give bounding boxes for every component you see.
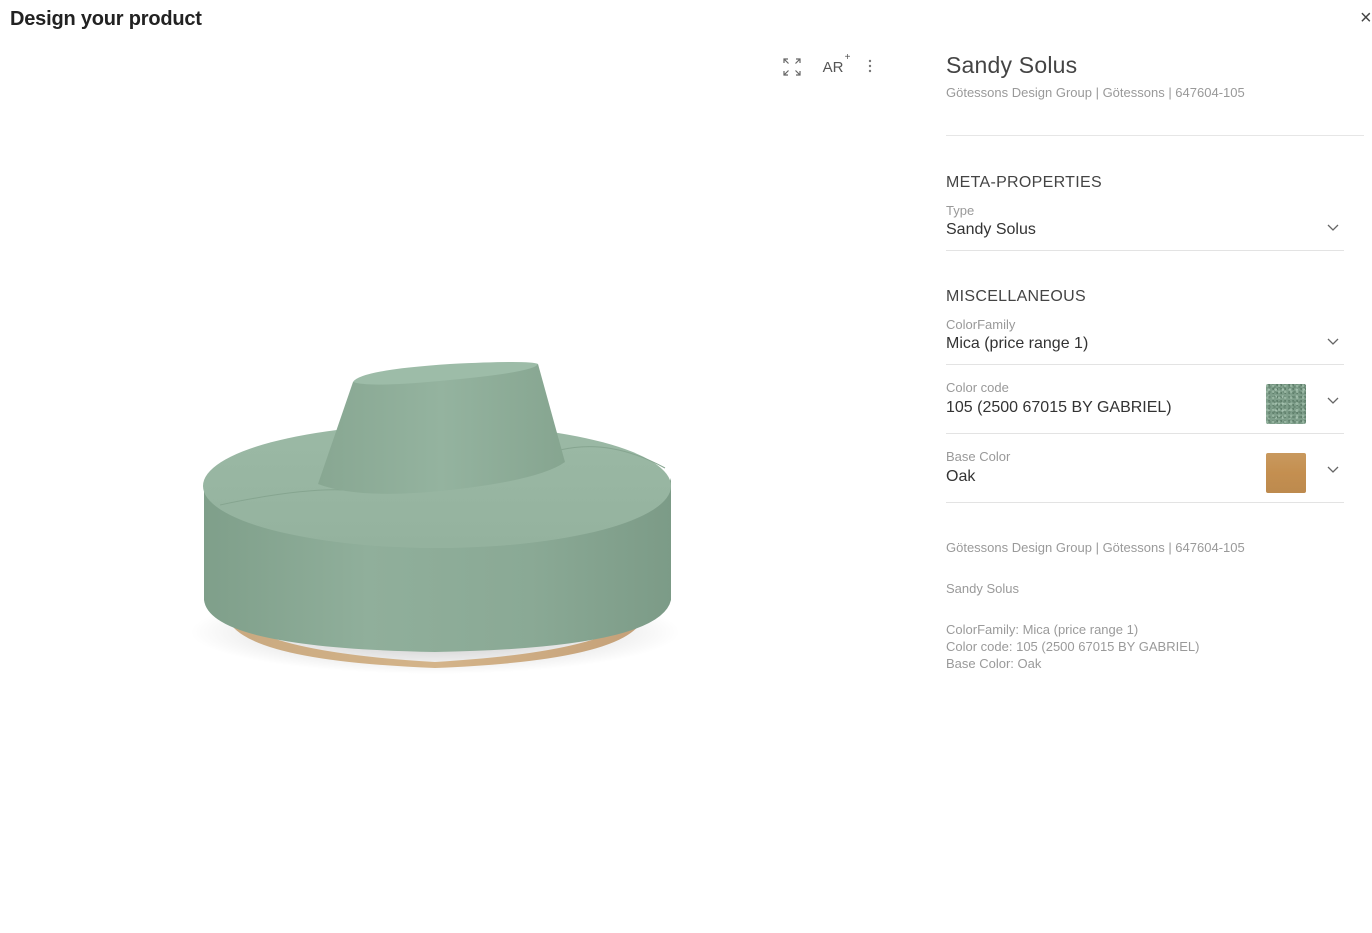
- chevron-down-icon: [1327, 397, 1339, 404]
- ar-button[interactable]: AR +: [820, 52, 851, 78]
- summary-name: Sandy Solus: [946, 581, 1019, 596]
- property-value: Sandy Solus: [946, 221, 1036, 238]
- chevron-down-icon: [1327, 338, 1339, 345]
- chevron-down-icon: [1327, 224, 1339, 231]
- ar-icon: AR +: [822, 52, 851, 76]
- product-subtitle: Götessons Design Group | Götessons | 647…: [946, 85, 1245, 100]
- summary-detail: Color code: 105 (2500 67015 BY GABRIEL): [946, 639, 1200, 654]
- dialog-title: Design your product: [10, 8, 202, 30]
- summary-brand: Götessons Design Group | Götessons | 647…: [946, 540, 1245, 555]
- fullscreen-button[interactable]: [782, 56, 802, 78]
- property-label: ColorFamily: [946, 317, 1016, 332]
- section-title-meta-properties: META-PROPERTIES: [946, 174, 1102, 191]
- configuration-summary: Götessons Design Group | Götessons | 647…: [946, 539, 1364, 672]
- product-title: Sandy Solus: [946, 52, 1078, 78]
- property-color-code[interactable]: Color code 105 (2500 67015 BY GABRIEL): [946, 365, 1344, 434]
- property-value: Mica (price range 1): [946, 335, 1089, 352]
- ar-plus: +: [844, 51, 851, 63]
- ar-label: AR: [822, 58, 844, 76]
- summary-detail: ColorFamily: Mica (price range 1): [946, 622, 1139, 637]
- section-title-miscellaneous: MISCELLANEOUS: [946, 288, 1086, 305]
- more-options-button[interactable]: [862, 56, 878, 78]
- chevron-down-icon: [1327, 466, 1339, 473]
- product-3d-viewer[interactable]: [190, 350, 690, 690]
- color-swatch: [1266, 453, 1306, 493]
- divider: [946, 135, 1364, 136]
- property-label: Base Color: [946, 449, 1011, 464]
- configuration-panel: Sandy Solus Götessons Design Group | Göt…: [946, 50, 1364, 696]
- property-base-color[interactable]: Base Color Oak: [946, 434, 1344, 503]
- property-label: Type: [946, 203, 975, 218]
- property-type[interactable]: Type Sandy Solus: [946, 202, 1344, 251]
- summary-detail: Base Color: Oak: [946, 656, 1042, 671]
- fullscreen-icon: [783, 58, 801, 76]
- property-label: Color code: [946, 380, 1009, 395]
- summary-details: ColorFamily: Mica (price range 1) Color …: [946, 621, 1364, 672]
- property-value: Oak: [946, 468, 976, 485]
- property-color-family[interactable]: ColorFamily Mica (price range 1): [946, 316, 1344, 365]
- property-value: 105 (2500 67015 BY GABRIEL): [946, 399, 1172, 416]
- product-render-image: [190, 362, 680, 674]
- close-button[interactable]: ×: [1360, 6, 1372, 30]
- close-icon: ×: [1360, 7, 1372, 29]
- more-vertical-icon: [868, 59, 872, 73]
- color-swatch: [1266, 384, 1306, 424]
